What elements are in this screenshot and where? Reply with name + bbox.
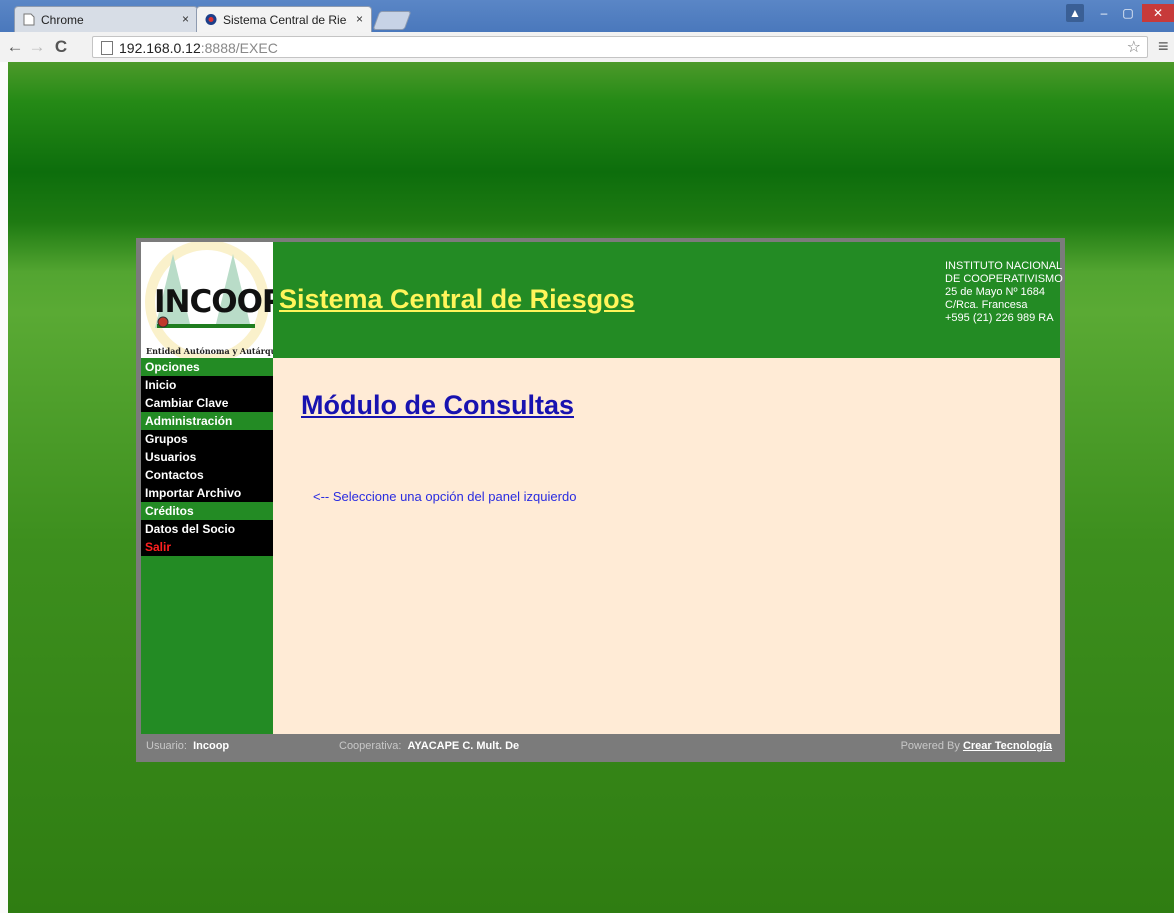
window-close-icon[interactable]: ✕ bbox=[1142, 4, 1174, 22]
menu-item-inicio[interactable]: Inicio bbox=[141, 376, 273, 394]
institution-info: INSTITUTO NACIONAL DE COOPERATIVISMO 25 … bbox=[945, 260, 1063, 325]
user-icon[interactable]: ▲ bbox=[1066, 4, 1084, 22]
url-path: :8888/EXEC bbox=[200, 40, 278, 56]
section-creditos: Créditos bbox=[141, 502, 273, 520]
bookmark-star-icon[interactable]: ☆ bbox=[1127, 37, 1141, 59]
browser-tab-bar: Chrome × Sistema Central de Riesgo × ▲ –… bbox=[0, 0, 1174, 32]
forward-icon[interactable]: → bbox=[28, 37, 46, 57]
menu-item-salir[interactable]: Salir bbox=[141, 538, 273, 556]
menu-item-usuarios[interactable]: Usuarios bbox=[141, 448, 273, 466]
tab-chrome[interactable]: Chrome × bbox=[14, 6, 198, 32]
institution-line: +595 (21) 226 989 RA bbox=[945, 312, 1054, 324]
close-icon[interactable]: × bbox=[356, 12, 363, 26]
tab-sistema-central[interactable]: Sistema Central de Riesgo × bbox=[196, 6, 372, 32]
module-title[interactable]: Módulo de Consultas bbox=[301, 390, 574, 421]
tab-label: Chrome bbox=[41, 12, 84, 27]
menu-icon[interactable]: ≡ bbox=[1158, 36, 1169, 57]
address-bar[interactable]: 192.168.0.12:8888/EXEC ☆ bbox=[92, 36, 1148, 58]
section-administracion: Administración bbox=[141, 412, 273, 430]
site-title[interactable]: Sistema Central de Riesgos bbox=[279, 284, 635, 315]
app-header: INCOOP Entidad Autónoma y Autárquica Sis… bbox=[141, 242, 1063, 358]
menu-item-datos-del-socio[interactable]: Datos del Socio bbox=[141, 520, 273, 538]
institution-line: C/Rca. Francesa bbox=[945, 299, 1028, 311]
maximize-icon[interactable]: ▢ bbox=[1118, 4, 1138, 22]
menu-item-grupos[interactable]: Grupos bbox=[141, 430, 273, 448]
cooperative-label: Cooperativa: bbox=[339, 740, 402, 752]
close-icon[interactable]: × bbox=[182, 12, 189, 26]
logo-subtitle: Entidad Autónoma y Autárquica bbox=[146, 346, 273, 356]
user-info: Usuario: Incoop bbox=[146, 734, 229, 758]
crear-tecnologia-link[interactable]: Crear Tecnología bbox=[963, 740, 1052, 752]
user-label: Usuario: bbox=[146, 740, 187, 752]
menu-item-cambiar-clave[interactable]: Cambiar Clave bbox=[141, 394, 273, 412]
url-host: 192.168.0.12 bbox=[119, 40, 201, 56]
section-opciones: Opciones bbox=[141, 358, 273, 376]
main-content: Módulo de Consultas <-- Seleccione una o… bbox=[273, 358, 1060, 734]
new-tab-button[interactable] bbox=[372, 11, 412, 30]
powered-label: Powered By bbox=[900, 740, 960, 752]
menu-item-importar-archivo[interactable]: Importar Archivo bbox=[141, 484, 273, 502]
browser-toolbar: ← → C 192.168.0.12:8888/EXEC ☆ ≡ bbox=[0, 32, 1174, 63]
powered-by: Powered By Crear Tecnología bbox=[901, 734, 1052, 758]
page-icon bbox=[101, 41, 113, 55]
institution-line: DE COOPERATIVISMO bbox=[945, 273, 1063, 285]
reload-icon[interactable]: C bbox=[52, 37, 70, 57]
favicon-icon bbox=[205, 14, 217, 25]
logo-text: INCOOP bbox=[154, 284, 273, 320]
institution-line: INSTITUTO NACIONAL bbox=[945, 260, 1063, 272]
cooperative-info: Cooperativa: AYACAPE C. Mult. De bbox=[339, 734, 519, 758]
cooperative-value: AYACAPE C. Mult. De bbox=[407, 740, 520, 752]
sidebar-menu: Opciones Inicio Cambiar Clave Administra… bbox=[141, 358, 273, 734]
institution-line: 25 de Mayo Nº 1684 bbox=[945, 286, 1046, 298]
tab-label: Sistema Central de Riesgo bbox=[223, 12, 347, 27]
page-icon bbox=[23, 13, 35, 26]
incoop-logo: INCOOP Entidad Autónoma y Autárquica bbox=[141, 242, 273, 358]
app-footer: Usuario: Incoop Cooperativa: AYACAPE C. … bbox=[141, 734, 1060, 758]
menu-item-contactos[interactable]: Contactos bbox=[141, 466, 273, 484]
left-border bbox=[0, 62, 8, 913]
back-icon[interactable]: ← bbox=[6, 37, 24, 57]
minimize-icon[interactable]: – bbox=[1094, 4, 1114, 22]
app-frame: INCOOP Entidad Autónoma y Autárquica Sis… bbox=[136, 238, 1065, 762]
user-value: Incoop bbox=[193, 740, 230, 752]
selection-hint: <-- Seleccione una opción del panel izqu… bbox=[313, 489, 577, 504]
